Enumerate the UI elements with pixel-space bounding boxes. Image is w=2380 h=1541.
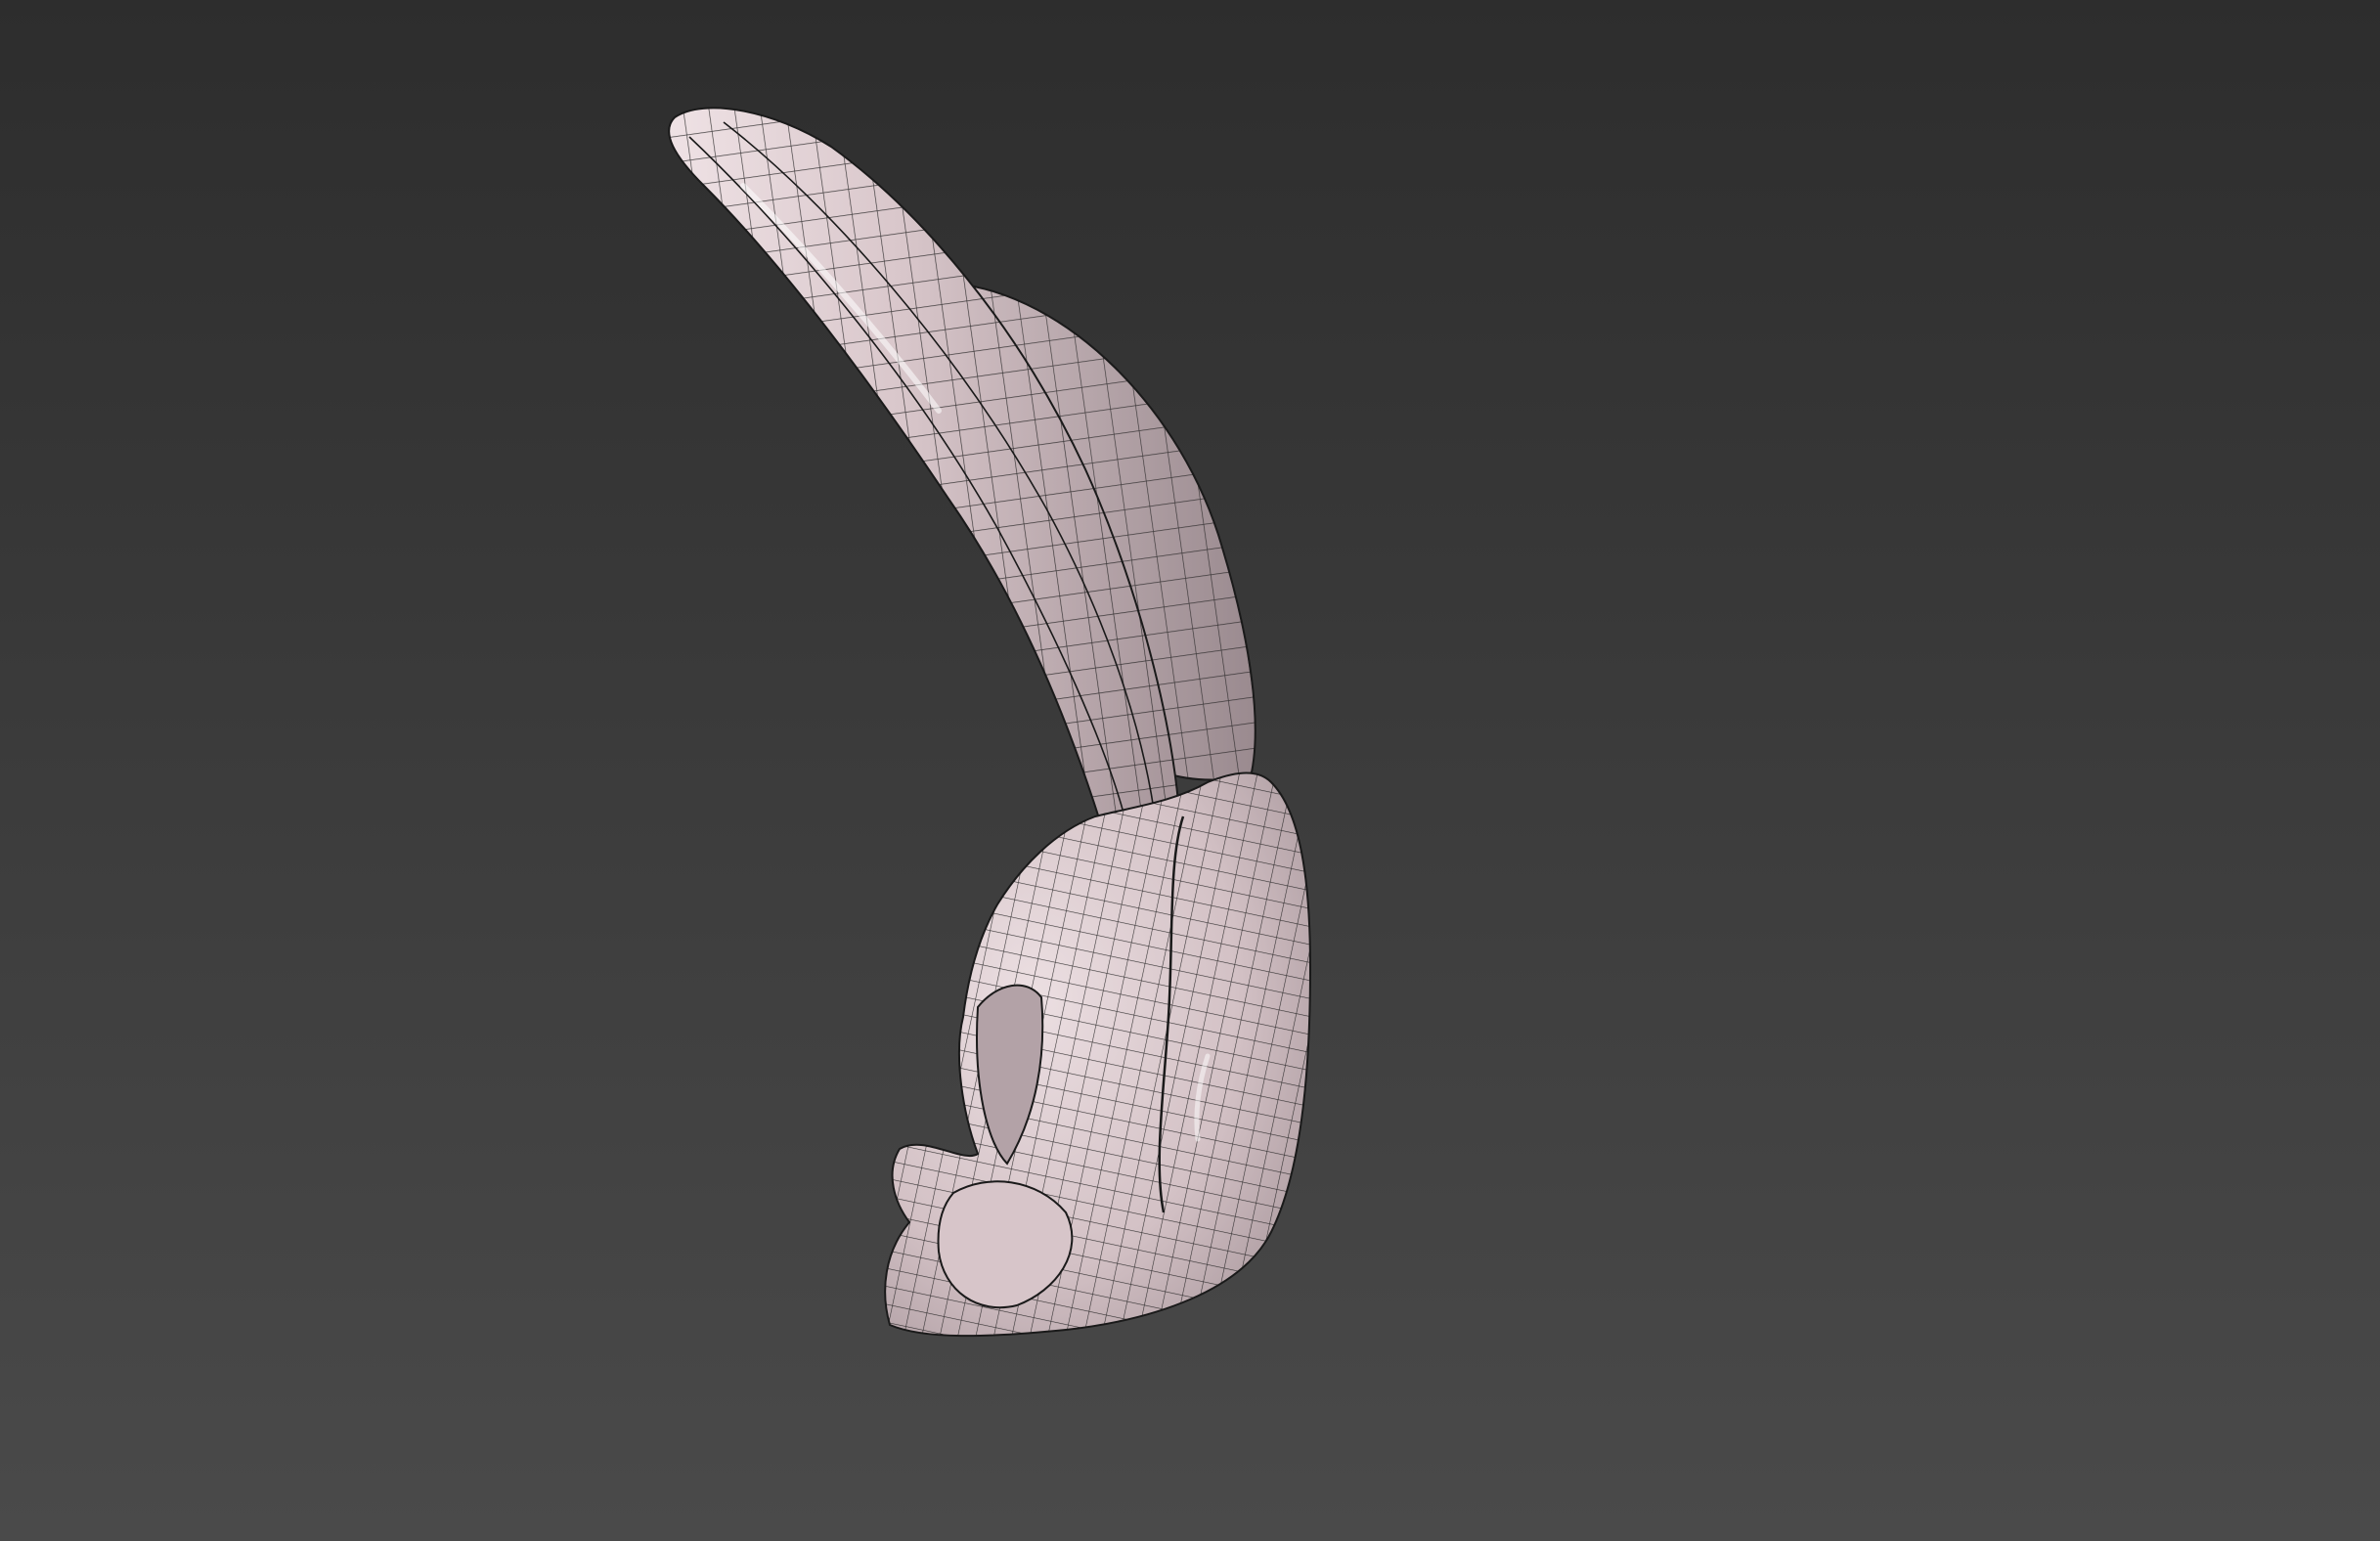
3d-viewport[interactable]	[0, 0, 2380, 1541]
viewport-scene[interactable]	[0, 0, 2380, 1541]
